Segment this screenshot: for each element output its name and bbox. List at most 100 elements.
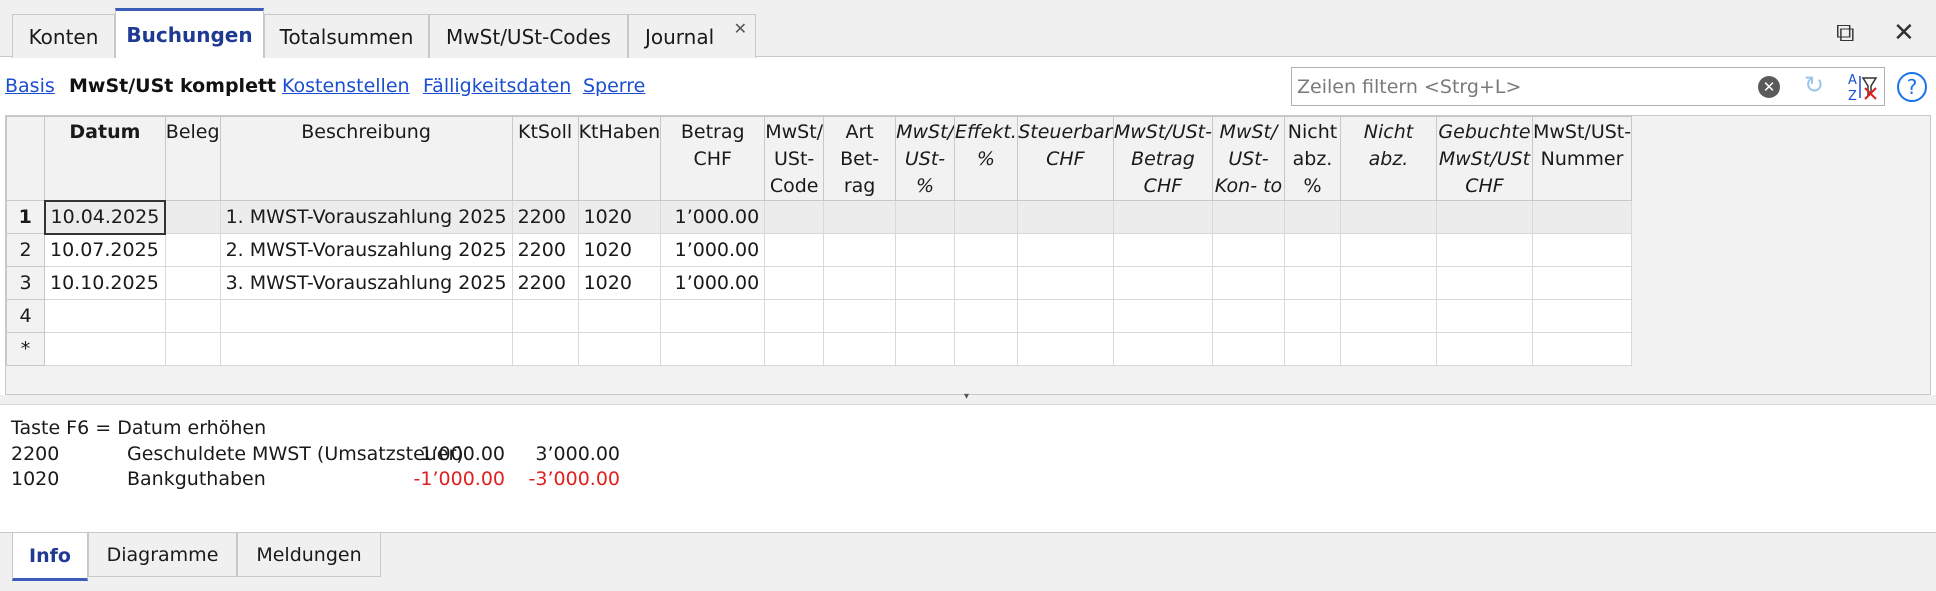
grid-cell[interactable]: 10.07.2025 — [44, 233, 166, 267]
filter-input[interactable] — [1297, 74, 1737, 100]
grid-cell[interactable] — [764, 200, 825, 234]
row-number[interactable]: 3 — [6, 266, 45, 300]
tab-buchungen[interactable]: Buchungen — [115, 8, 264, 58]
grid-cell[interactable] — [764, 299, 825, 333]
grid-cell[interactable] — [44, 299, 166, 333]
grid-cell[interactable] — [823, 332, 897, 366]
grid-cell[interactable] — [1531, 299, 1633, 333]
grid-cell[interactable] — [660, 299, 766, 333]
grid-cell[interactable] — [1112, 299, 1213, 333]
help-icon[interactable]: ? — [1897, 72, 1927, 102]
grid-cell[interactable] — [823, 233, 897, 267]
grid-cell[interactable] — [953, 299, 1018, 333]
view-sperre[interactable]: Sperre — [583, 75, 645, 97]
tab-journal[interactable]: Journal ✕ — [628, 14, 756, 58]
grid-cell[interactable] — [1112, 233, 1213, 267]
tab-info[interactable]: Info — [12, 533, 88, 581]
grid-cell[interactable] — [1211, 299, 1285, 333]
column-header[interactable]: Datum — [44, 116, 166, 201]
grid-cell[interactable] — [895, 332, 955, 366]
grid-cell[interactable]: 2200 — [511, 200, 579, 234]
view-kostenstellen[interactable]: Kostenstellen — [282, 75, 410, 97]
row-number[interactable]: 2 — [6, 233, 45, 267]
column-header[interactable]: Betrag CHF — [660, 116, 766, 201]
grid-cell[interactable] — [1016, 332, 1114, 366]
grid-cell[interactable] — [1211, 332, 1285, 366]
grid-cell[interactable] — [1016, 200, 1114, 234]
grid-cell[interactable] — [1435, 332, 1533, 366]
grid-cell[interactable] — [1211, 200, 1285, 234]
column-header[interactable]: Beschreibung — [219, 116, 513, 201]
grid-cell[interactable] — [1531, 332, 1633, 366]
close-tab-icon[interactable]: ✕ — [734, 19, 747, 38]
grid-cell[interactable]: 3. MWST-Vorauszahlung 2025 — [219, 266, 513, 300]
grid-cell[interactable] — [1112, 266, 1213, 300]
grid-cell[interactable] — [164, 299, 221, 333]
column-header[interactable]: Steuerbar CHF — [1016, 116, 1114, 201]
grid-cell[interactable]: 10.10.2025 — [44, 266, 166, 300]
tab-meldungen[interactable]: Meldungen — [237, 533, 381, 577]
grid-cell[interactable] — [1016, 299, 1114, 333]
grid-cell[interactable]: 2. MWST-Vorauszahlung 2025 — [219, 233, 513, 267]
column-header[interactable]: Art Bet- rag — [823, 116, 897, 201]
grid-cell[interactable] — [1339, 233, 1437, 267]
column-header[interactable]: KtHaben — [577, 116, 662, 201]
grid-cell[interactable] — [1339, 332, 1437, 366]
sort-filter-icon[interactable]: A Z — [1844, 70, 1878, 103]
grid-cell[interactable] — [1016, 266, 1114, 300]
column-header[interactable]: Gebuchte MwSt/USt CHF — [1435, 116, 1533, 201]
grid-cell[interactable] — [1435, 233, 1533, 267]
grid-cell[interactable] — [1112, 332, 1213, 366]
grid-cell[interactable] — [1531, 200, 1633, 234]
grid-cell[interactable] — [1283, 233, 1341, 267]
grid-cell[interactable]: 1. MWST-Vorauszahlung 2025 — [219, 200, 513, 234]
column-header[interactable]: MwSt/ USt-% — [895, 116, 955, 201]
row-number[interactable]: 4 — [6, 299, 45, 333]
grid-cell[interactable] — [219, 332, 513, 366]
row-number[interactable]: * — [6, 332, 45, 366]
grid-cell[interactable]: 1’000.00 — [660, 233, 766, 267]
column-header[interactable]: MwSt/ USt-Code — [764, 116, 825, 201]
grid-cell[interactable]: 1020 — [577, 200, 662, 234]
grid-cell[interactable] — [1435, 266, 1533, 300]
grid-cell[interactable] — [953, 233, 1018, 267]
grid-cell[interactable] — [953, 332, 1018, 366]
grid-cell[interactable] — [1435, 200, 1533, 234]
grid-cell[interactable] — [1112, 200, 1213, 234]
grid-cell[interactable]: 1020 — [577, 266, 662, 300]
column-header[interactable]: Nicht abz. — [1339, 116, 1437, 201]
grid-cell[interactable] — [1339, 299, 1437, 333]
view-mwst-komplett[interactable]: MwSt/USt komplett — [69, 75, 276, 97]
column-header[interactable]: Nicht abz. % — [1283, 116, 1341, 201]
tab-konten[interactable]: Konten — [12, 14, 115, 58]
grid-cell[interactable] — [1531, 266, 1633, 300]
grid-cell[interactable]: 1’000.00 — [660, 200, 766, 234]
column-header[interactable]: MwSt/USt- Betrag CHF — [1112, 116, 1213, 201]
column-header[interactable]: Beleg — [164, 116, 221, 201]
grid-cell[interactable] — [44, 332, 166, 366]
close-window-icon[interactable]: ✕ — [1893, 18, 1915, 48]
grid-cell[interactable] — [1283, 332, 1341, 366]
grid-cell[interactable] — [895, 266, 955, 300]
grid-cell[interactable] — [953, 266, 1018, 300]
grid-cell[interactable]: 10.04.2025 — [43, 199, 167, 235]
grid-cell[interactable] — [164, 266, 221, 300]
grid-cell[interactable] — [511, 299, 579, 333]
grid-cell[interactable] — [1283, 266, 1341, 300]
grid-cell[interactable] — [823, 266, 897, 300]
grid-cell[interactable] — [164, 332, 221, 366]
grid-cell[interactable] — [1016, 233, 1114, 267]
grid-cell[interactable] — [895, 200, 955, 234]
column-header[interactable]: MwSt/ USt-Kon- to — [1211, 116, 1285, 201]
column-header[interactable]: MwSt/USt- Nummer — [1531, 116, 1633, 201]
tab-totalsummen[interactable]: Totalsummen — [264, 14, 429, 58]
grid-cell[interactable] — [895, 233, 955, 267]
grid-cell[interactable]: 2200 — [511, 233, 579, 267]
grid-cell[interactable] — [1211, 266, 1285, 300]
grid-cell[interactable] — [1531, 233, 1633, 267]
grid-cell[interactable] — [219, 299, 513, 333]
grid-cell[interactable] — [577, 332, 662, 366]
column-header[interactable]: Effekt. % — [953, 116, 1018, 201]
grid-cell[interactable] — [164, 200, 221, 234]
grid-cell[interactable] — [1211, 233, 1285, 267]
